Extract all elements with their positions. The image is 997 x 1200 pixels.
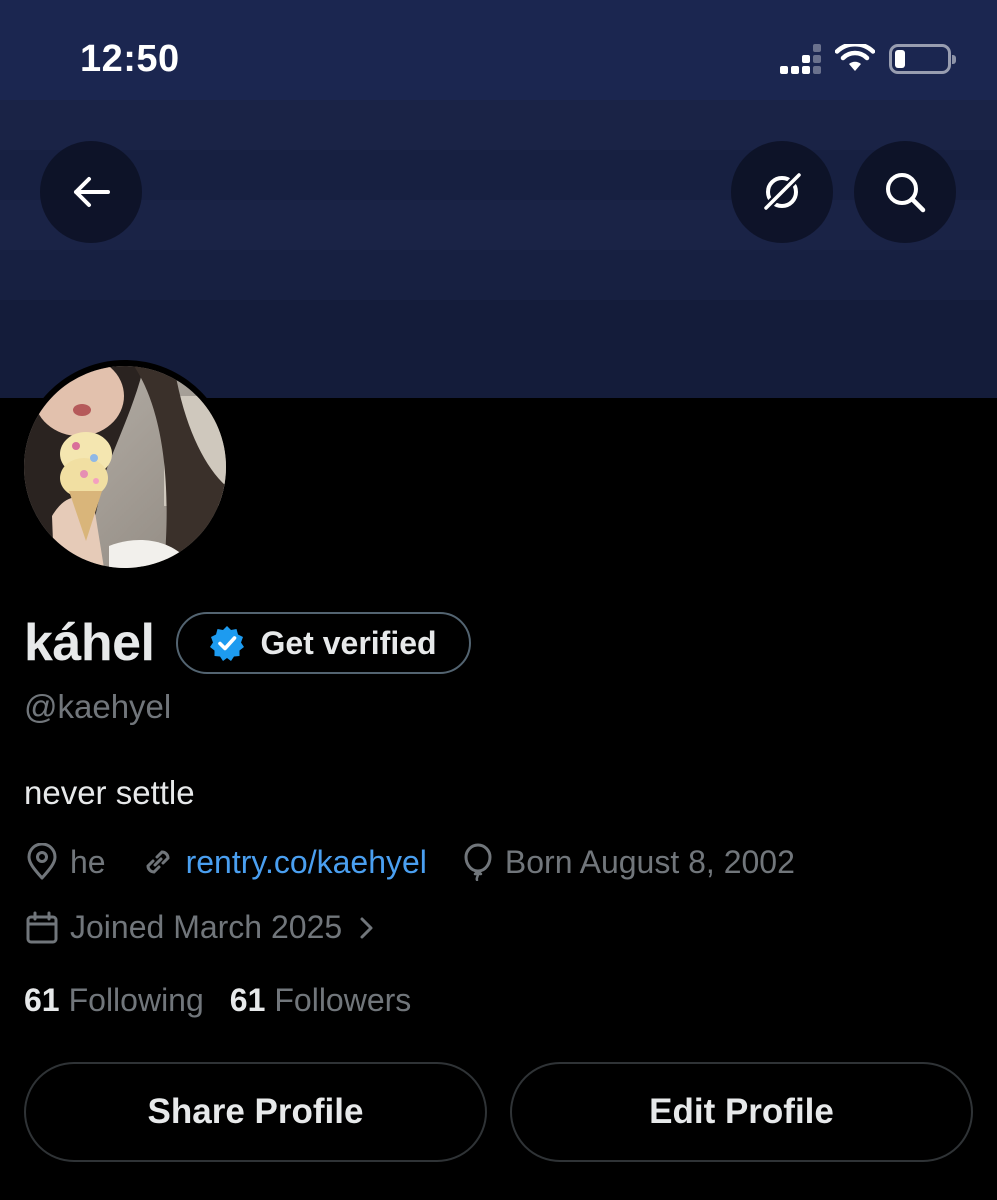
- joined-row[interactable]: Joined March 2025: [24, 909, 380, 946]
- grok-button[interactable]: [731, 141, 833, 243]
- status-icons: [780, 44, 956, 74]
- profile-bio: never settle: [24, 774, 195, 811]
- avatar-photo: [24, 366, 226, 568]
- share-profile-button[interactable]: Share Profile: [24, 1062, 487, 1162]
- location-item: he: [24, 843, 106, 881]
- website-item[interactable]: rentry.co/kaehyel: [140, 844, 427, 881]
- followers-label: Followers: [274, 982, 412, 1018]
- followers-count: 61: [229, 982, 266, 1018]
- following-link[interactable]: 61 Following: [24, 982, 204, 1019]
- location-pin-icon: [27, 843, 57, 880]
- verified-badge-icon: [210, 626, 245, 661]
- joined-item[interactable]: Joined March 2025: [24, 909, 380, 946]
- arrow-left-icon: [74, 177, 110, 207]
- battery-icon: [889, 44, 956, 74]
- balloon-icon: [464, 843, 492, 881]
- birthday-text: Born August 8, 2002: [504, 843, 795, 880]
- profile-handle: @kaehyel: [24, 688, 172, 725]
- edit-profile-button[interactable]: Edit Profile: [510, 1062, 973, 1162]
- display-name: káhel: [24, 614, 155, 672]
- location-text: he: [70, 843, 106, 880]
- name-row: káhel Get verified: [24, 612, 471, 674]
- birthday-item: Born August 8, 2002: [461, 843, 795, 881]
- cellular-signal-icon: [780, 44, 821, 74]
- calendar-icon: [26, 911, 58, 943]
- website-link[interactable]: rentry.co/kaehyel: [186, 844, 427, 881]
- search-icon: [886, 173, 926, 213]
- following-label: Following: [68, 982, 204, 1018]
- chevron-right-icon: [360, 917, 373, 938]
- joined-text: Joined March 2025: [70, 909, 343, 945]
- grok-icon: [761, 171, 803, 213]
- get-verified-button[interactable]: Get verified: [176, 612, 471, 674]
- status-time: 12:50: [80, 38, 180, 80]
- following-count: 61: [24, 982, 60, 1018]
- profile-meta-row: he rentry.co/kaehyel Born August 8, 2002: [24, 843, 829, 881]
- avatar[interactable]: [18, 360, 232, 574]
- search-button[interactable]: [854, 141, 956, 243]
- link-icon: [146, 850, 170, 874]
- followers-link[interactable]: 61 Followers: [230, 982, 412, 1019]
- wifi-icon: [835, 44, 875, 71]
- back-button[interactable]: [40, 141, 142, 243]
- get-verified-label: Get verified: [260, 624, 437, 661]
- follow-counts: 61 Following 61 Followers: [24, 982, 411, 1019]
